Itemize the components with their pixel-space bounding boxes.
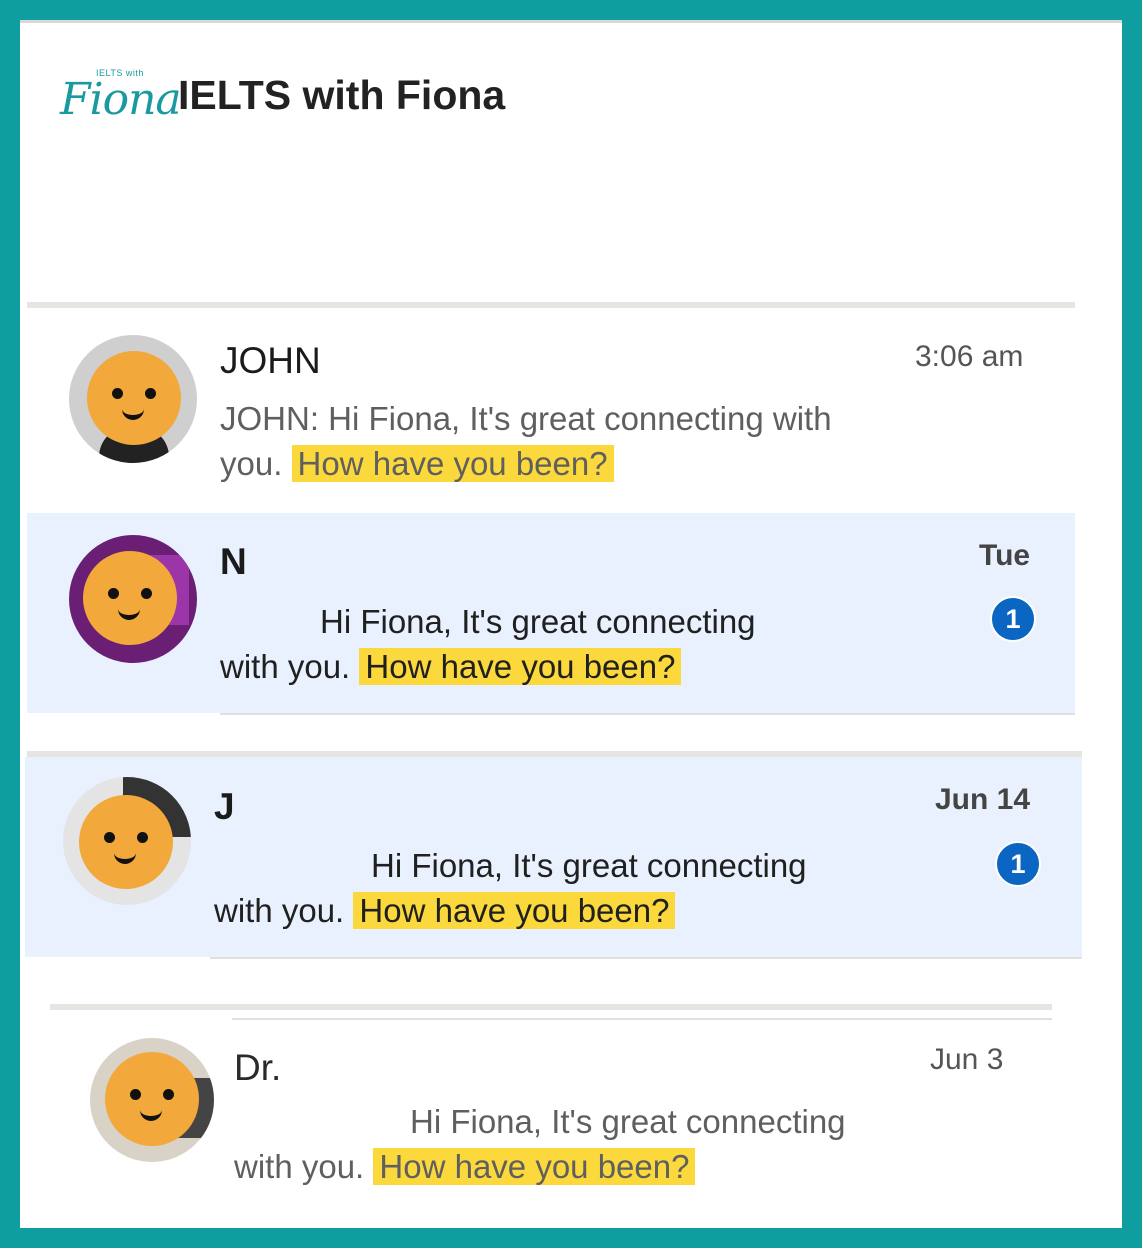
- message-preview: JOHN: Hi Fiona, It's great connecting wi…: [220, 396, 832, 486]
- messaging-card: IELTS with Fiona IELTS with Fiona JOHN 3…: [20, 20, 1122, 1228]
- preview-line-prefix: with you.: [220, 648, 351, 685]
- contact-name: JOHN: [220, 340, 321, 381]
- preview-line-prefix: you.: [220, 445, 283, 482]
- contact-name: J: [214, 786, 235, 827]
- contact-name: Dr.: [234, 1047, 282, 1088]
- preview-line-prefix: with you.: [214, 892, 345, 929]
- logo-script-text: Fiona: [60, 74, 182, 125]
- message-time: Jun 3: [930, 1043, 1004, 1076]
- contact-name: N: [220, 541, 247, 582]
- preview-line-prefix: with you.: [234, 1148, 365, 1185]
- preview-line: Hi Fiona, It's great connecting: [410, 1103, 846, 1140]
- avatar: [69, 335, 197, 463]
- unread-count-badge: 1: [995, 841, 1041, 887]
- highlighted-text: How have you been?: [359, 648, 682, 685]
- conversation-item-john[interactable]: JOHN 3:06 am JOHN: Hi Fiona, It's great …: [20, 313, 1122, 513]
- preview-line: JOHN: Hi Fiona, It's great connecting wi…: [220, 400, 832, 437]
- preview-line: Hi Fiona, It's great connecting: [320, 603, 756, 640]
- avatar: [69, 535, 197, 663]
- highlighted-text: How have you been?: [373, 1148, 696, 1185]
- section-divider: [50, 1004, 1052, 1010]
- highlighted-text: How have you been?: [291, 445, 614, 482]
- conversation-item-j[interactable]: J Jun 14 Hi Fiona, It's great connecting…: [25, 757, 1082, 957]
- message-preview: Hi Fiona, It's great connecting with you…: [214, 843, 807, 933]
- logo: IELTS with Fiona: [60, 68, 182, 138]
- avatar: [90, 1038, 214, 1162]
- section-divider: [27, 302, 1075, 308]
- row-divider: [210, 957, 1082, 959]
- message-time: 3:06 am: [915, 340, 1024, 373]
- conversation-item-n[interactable]: N Tue Hi Fiona, It's great connecting wi…: [27, 513, 1075, 713]
- avatar: [63, 777, 191, 905]
- emoji-face-icon: [105, 1052, 199, 1146]
- emoji-face-icon: [87, 351, 181, 445]
- message-preview: Hi Fiona, It's great connecting with you…: [220, 599, 756, 689]
- preview-line: Hi Fiona, It's great connecting: [371, 847, 807, 884]
- row-divider: [232, 1018, 1052, 1020]
- emoji-face-icon: [83, 551, 177, 645]
- message-preview: Hi Fiona, It's great connecting with you…: [234, 1099, 846, 1189]
- message-time: Jun 14: [935, 783, 1031, 816]
- page-title: IELTS with Fiona: [178, 72, 506, 118]
- highlighted-text: How have you been?: [353, 892, 676, 929]
- message-time: Tue: [979, 539, 1031, 572]
- row-divider: [220, 713, 1075, 715]
- emoji-face-icon: [79, 795, 173, 889]
- unread-count-badge: 1: [990, 596, 1036, 642]
- conversation-item-dr[interactable]: Dr. Jun 3 Hi Fiona, It's great connectin…: [50, 1023, 1052, 1223]
